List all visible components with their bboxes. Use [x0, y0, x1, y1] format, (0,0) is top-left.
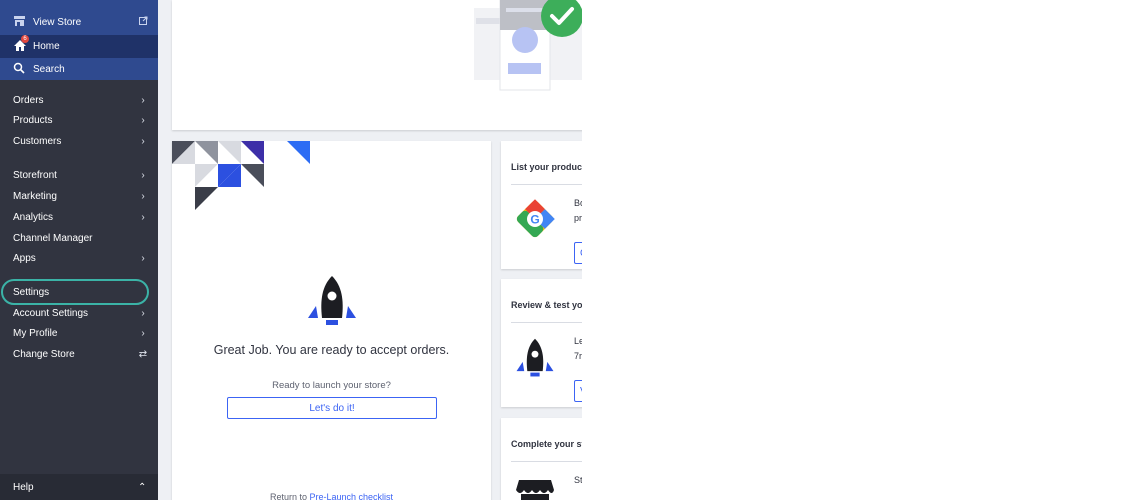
side-card-text-line: pr — [574, 213, 582, 223]
side-card-complete-store: Complete your st St — [501, 418, 582, 500]
empty-area — [582, 0, 1132, 500]
help-label: Help — [13, 481, 34, 493]
rocket-icon — [516, 338, 554, 377]
chevron-right-icon: › — [141, 94, 145, 106]
sidebar-item-account-settings[interactable]: Account Settings › — [0, 303, 158, 323]
checkmark-circle-icon — [541, 0, 582, 37]
google-tag-icon: G — [516, 199, 555, 238]
side-card-title: List your product — [511, 162, 582, 172]
sidebar-item-my-profile[interactable]: My Profile › — [0, 323, 158, 343]
home-icon: 6 — [13, 35, 29, 53]
sidebar-item-products[interactable]: Products › — [0, 110, 158, 130]
side-card-title: Complete your st — [511, 439, 582, 449]
return-line: Return to Pre-Launch checklist — [172, 492, 491, 500]
view-store-label: View Store — [33, 16, 82, 28]
sidebar-item-label: Channel Manager — [13, 232, 93, 244]
sidebar-item-change-store[interactable]: Change Store ⇄ — [0, 344, 158, 364]
side-card-text-line: Bo — [574, 198, 582, 208]
sidebar: View Store 6 Home Search Orders › Produc… — [0, 0, 158, 500]
geometric-pattern-decoration — [172, 141, 310, 210]
home-link[interactable]: 6 Home — [0, 35, 158, 56]
side-card-review-test: Review & test you Le 7r V — [501, 279, 582, 407]
launch-heading: Great Job. You are ready to accept order… — [213, 343, 450, 357]
chevron-right-icon: › — [141, 190, 145, 202]
side-card-title: Review & test you — [511, 300, 582, 310]
svg-text:G: G — [530, 213, 539, 227]
sidebar-item-marketing[interactable]: Marketing › — [0, 186, 158, 206]
divider — [511, 322, 582, 323]
side-card-text-line: 7r — [574, 351, 582, 361]
sidebar-item-channel-manager[interactable]: Channel Manager — [0, 228, 158, 248]
sidebar-item-label: Apps — [13, 252, 36, 264]
notification-badge: 6 — [21, 35, 29, 43]
side-card-button[interactable]: V — [574, 380, 582, 402]
chevron-right-icon: › — [141, 135, 145, 147]
divider — [511, 184, 582, 185]
sidebar-item-label: Marketing — [13, 190, 57, 202]
divider — [511, 461, 582, 462]
sidebar-item-apps[interactable]: Apps › — [0, 248, 158, 268]
chevron-right-icon: › — [141, 114, 145, 126]
chevron-right-icon: › — [141, 327, 145, 339]
lets-do-it-button[interactable]: Let's do it! — [227, 397, 437, 419]
side-card-button[interactable]: C — [574, 242, 582, 264]
launch-prompt: Ready to launch your store? — [272, 380, 391, 391]
sidebar-item-settings[interactable]: Settings — [0, 282, 158, 302]
view-store-link[interactable]: View Store — [0, 12, 158, 32]
main-content: Great Job. You are ready to accept order… — [158, 0, 582, 500]
sidebar-item-label: Settings — [13, 286, 50, 298]
help-button[interactable]: Help ⌃ — [0, 474, 158, 500]
sidebar-item-storefront[interactable]: Storefront › — [0, 165, 158, 185]
chevron-right-icon: › — [141, 307, 145, 319]
sidebar-item-label: Customers — [13, 135, 62, 147]
sidebar-item-label: Storefront — [13, 169, 57, 181]
sidebar-item-customers[interactable]: Customers › — [0, 131, 158, 151]
sidebar-item-label: Change Store — [13, 348, 75, 360]
external-link-icon — [138, 16, 148, 28]
sidebar-item-label: Products — [13, 114, 53, 126]
home-label: Home — [33, 40, 60, 52]
pre-launch-checklist-link[interactable]: Pre-Launch checklist — [310, 492, 394, 500]
sidebar-item-orders[interactable]: Orders › — [0, 90, 158, 110]
side-card-list-products: List your product G Bo pr C — [501, 141, 582, 269]
search-label: Search — [33, 63, 65, 75]
launch-card: Great Job. You are ready to accept order… — [172, 141, 491, 500]
chevron-up-icon: ⌃ — [138, 481, 147, 493]
swap-icon: ⇄ — [138, 348, 148, 360]
chevron-right-icon: › — [141, 252, 145, 264]
return-text: Return to — [269, 492, 307, 500]
sidebar-item-label: Orders — [13, 94, 44, 106]
storefront-awning-icon — [516, 480, 554, 500]
sidebar-item-label: Account Settings — [13, 307, 89, 319]
search-link[interactable]: Search — [0, 59, 158, 79]
search-icon — [13, 62, 27, 76]
chevron-right-icon: › — [141, 211, 145, 223]
top-card — [172, 0, 582, 130]
sidebar-item-label: My Profile — [13, 327, 58, 339]
side-card-text-line: St — [574, 475, 582, 485]
chevron-right-icon: › — [141, 169, 145, 181]
rocket-icon — [308, 276, 356, 325]
sidebar-item-label: Analytics — [13, 211, 54, 223]
storefront-icon — [13, 15, 27, 29]
sidebar-item-analytics[interactable]: Analytics › — [0, 207, 158, 227]
side-card-text-line: Le — [574, 336, 582, 346]
